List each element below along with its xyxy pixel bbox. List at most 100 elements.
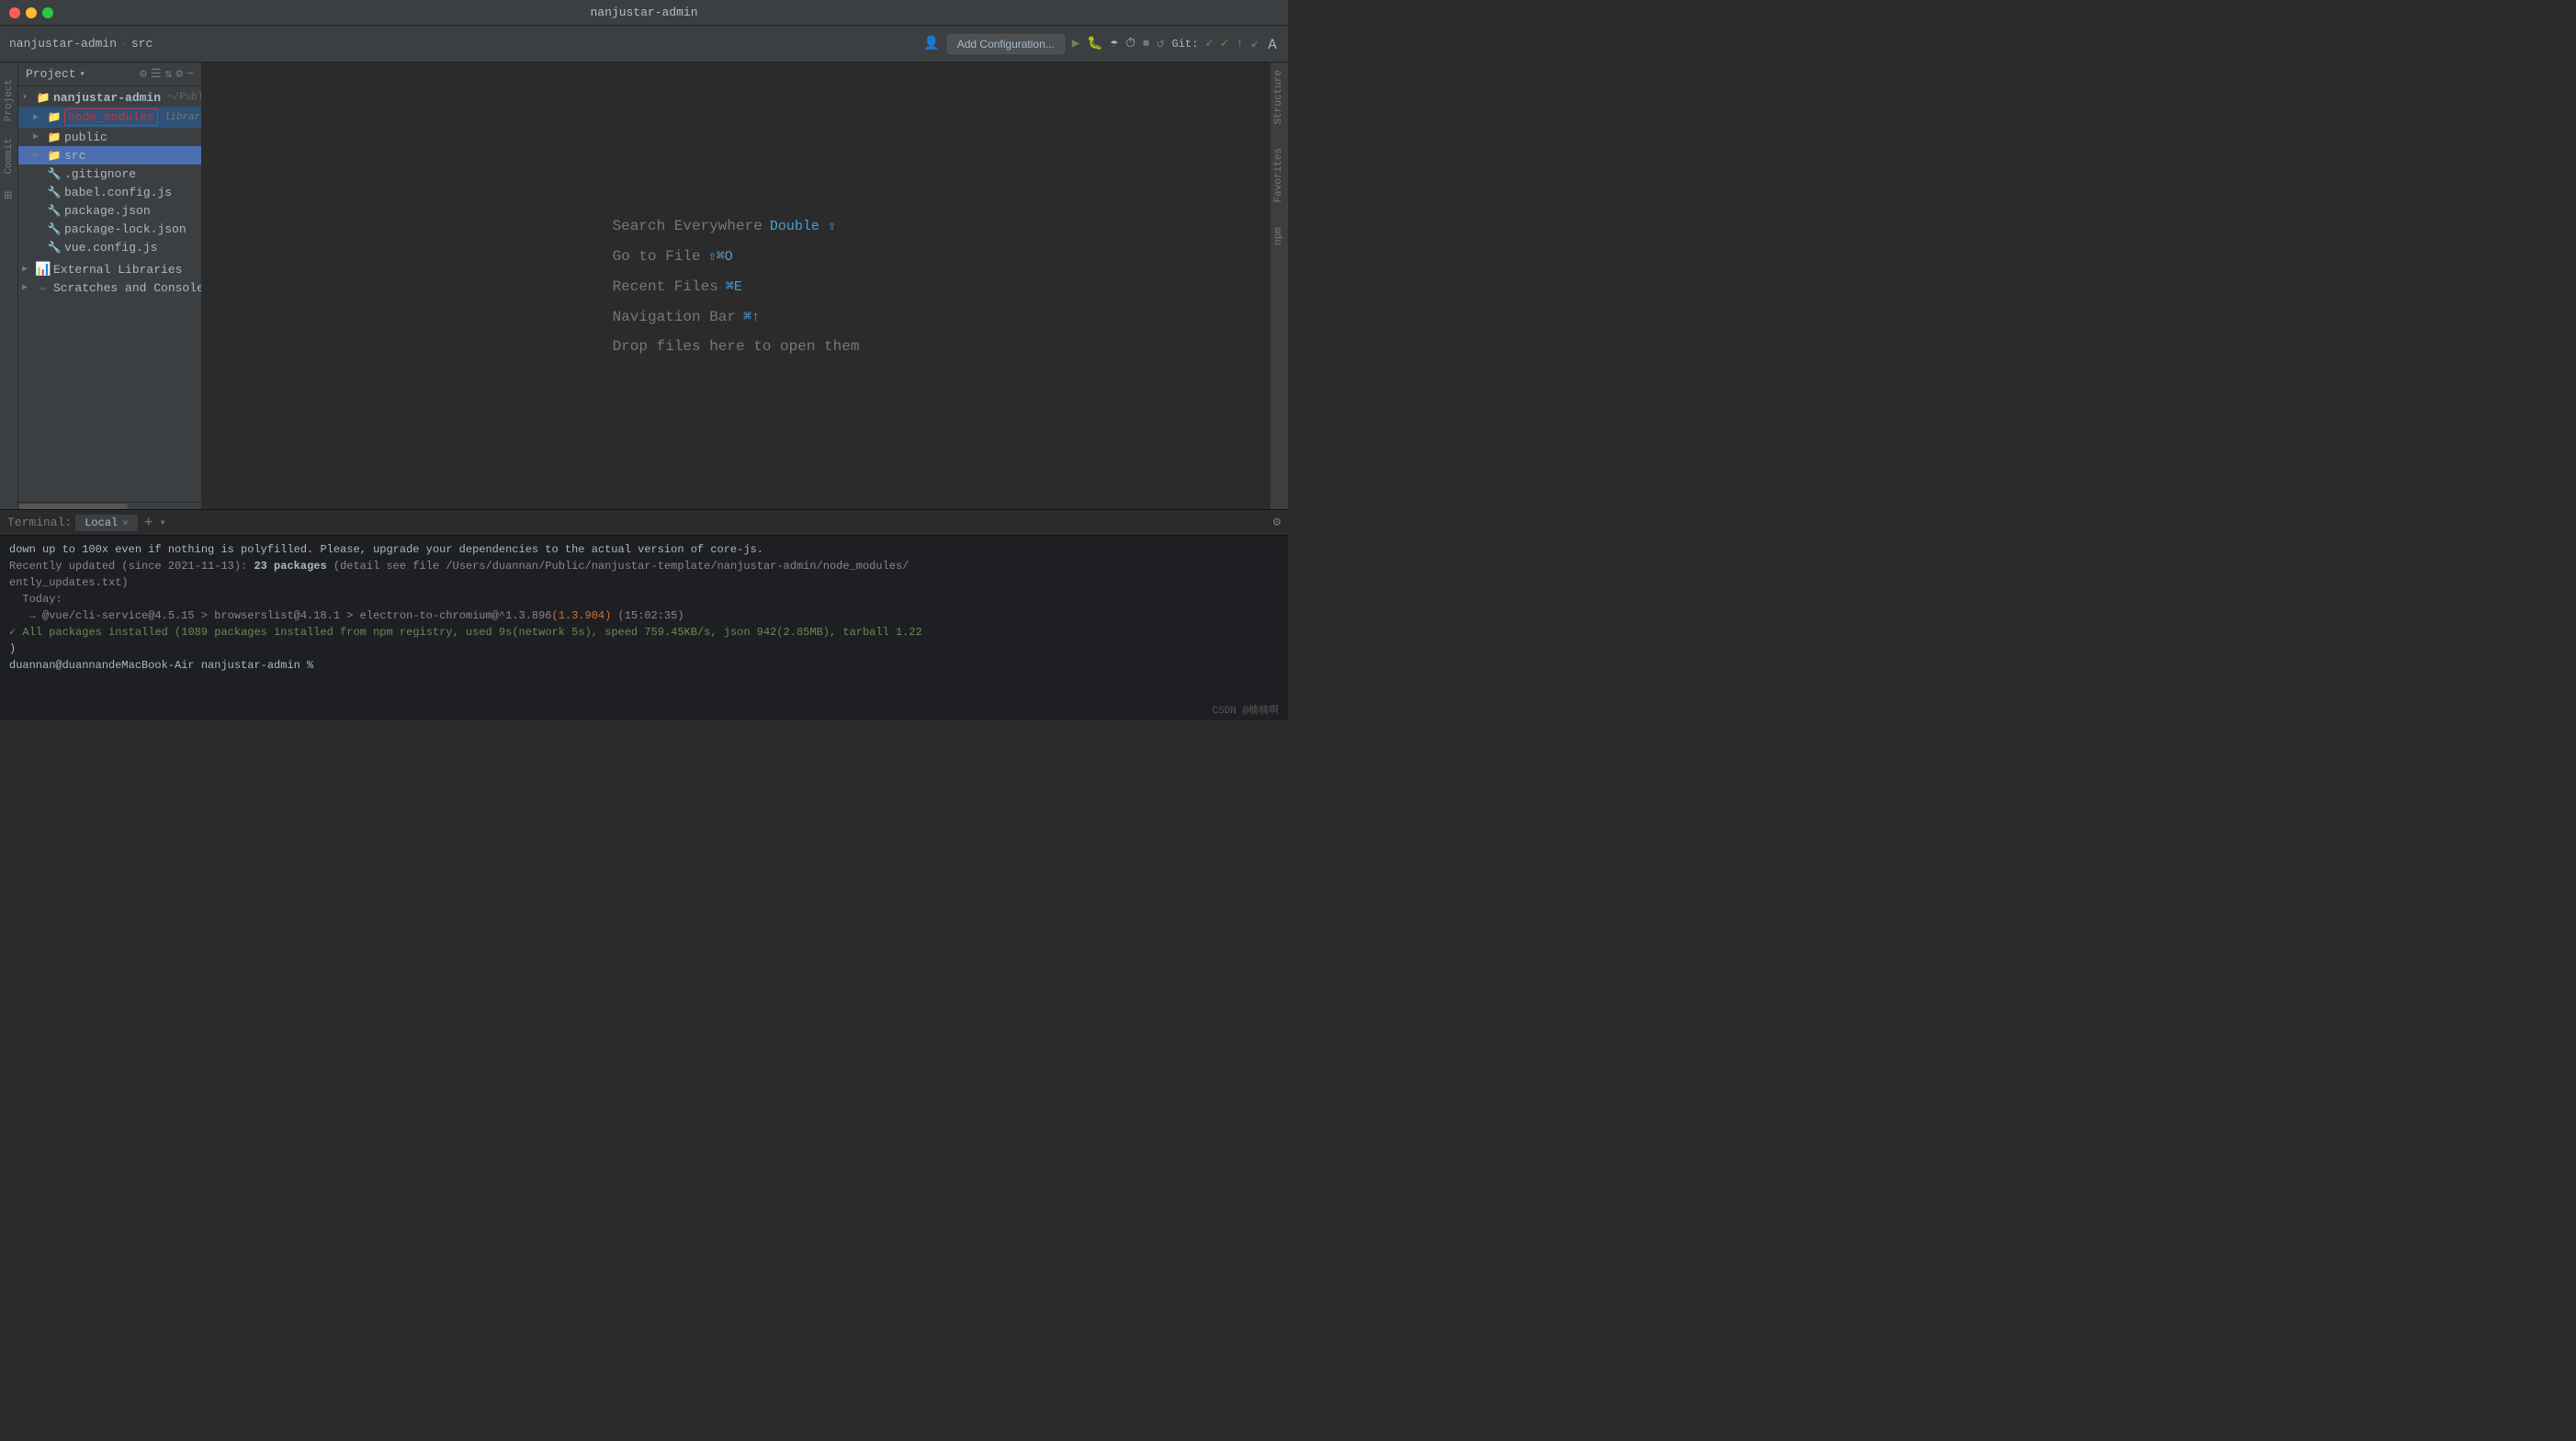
terminal-tabs: Terminal: Local ✕ + ▾ ⚙ (0, 510, 1288, 536)
toolbar: nanjustar-admin › src 👤 Add Configuratio… (0, 26, 1288, 62)
hint-navbar: Navigation Bar ⌘↑ (613, 308, 760, 325)
src-label: src (64, 149, 85, 163)
window-title: nanjustar-admin (590, 6, 697, 19)
nav-bar-shortcut: ⌘↑ (743, 308, 760, 325)
tree-item-vue[interactable]: ▶ 🔧 vue.config.js (18, 238, 201, 256)
run-icon[interactable]: ▶ (1072, 36, 1079, 51)
tree-item-root[interactable]: ▾ 📁 nanjustar-admin ~/Public/nanjustar-t… (18, 88, 201, 107)
project-tab[interactable]: Project (1, 72, 17, 129)
gitignore-file-icon: 🔧 (47, 166, 62, 181)
tree-item-public[interactable]: ▶ 📁 public (18, 128, 201, 146)
minimize-button[interactable] (26, 7, 37, 18)
coverage-icon[interactable]: ☂ (1111, 36, 1118, 51)
vue-file-icon: 🔧 (47, 240, 62, 255)
commit-tab[interactable]: Commit (1, 130, 17, 182)
terminal-line-6: ✓ All packages installed (1089 packages … (9, 624, 1279, 641)
goto-file-shortcut: ⇧⌘O (708, 247, 733, 265)
tree-item-scratches[interactable]: ▶ ✏ Scratches and Consoles (18, 278, 201, 297)
add-config-button[interactable]: Add Configuration... (947, 34, 1065, 54)
sidebar-collapse-icon[interactable]: − (186, 67, 194, 81)
git-label: Git: (1171, 38, 1198, 51)
npm-tab[interactable]: npm (1271, 220, 1287, 253)
stop-icon[interactable]: ⏹ (1143, 37, 1149, 51)
scratches-arrow-icon: ▶ (22, 282, 33, 293)
node-modules-arrow-icon: ▶ (33, 112, 44, 123)
content-area: Project Commit ⊞ Project ▾ ⚙ ☰ ⇅ ⚙ − ▾ (0, 62, 1288, 509)
watermark: CSDN @楠楠啊 (1212, 702, 1279, 717)
root-folder-icon: 📁 (36, 90, 51, 105)
recent-files-label: Recent Files (613, 278, 718, 295)
tree-item-packagelock[interactable]: ▶ 🔧 package-lock.json (18, 220, 201, 238)
nav-bar-label: Navigation Bar (613, 309, 736, 325)
sidebar-settings-icon[interactable]: ⚙ (140, 67, 147, 81)
search-everywhere-label: Search Everywhere (613, 218, 763, 234)
git-pull-icon[interactable]: ↙ (1251, 36, 1259, 51)
root-arrow-icon: ▾ (22, 92, 33, 103)
terminal-tab-local[interactable]: Local ✕ (75, 515, 138, 531)
terminal-settings-icon[interactable]: ⚙ (1273, 515, 1281, 530)
sidebar-scrollbar[interactable] (18, 502, 201, 509)
tree-item-package[interactable]: ▶ 🔧 package.json (18, 201, 201, 220)
node-modules-folder-icon: 📁 (47, 110, 62, 125)
right-sidebar: Structure Favorites npm (1270, 62, 1288, 509)
editor-area: Search Everywhere Double ⇧ Go to File ⇧⌘… (202, 62, 1270, 509)
git-push-icon[interactable]: ↑ (1236, 37, 1243, 51)
sidebar-more-icon[interactable]: ⚙ (175, 67, 183, 81)
package-file-icon: 🔧 (47, 203, 62, 218)
terminal-line-7: ) (9, 641, 1279, 657)
translate-icon[interactable]: Ａ (1266, 35, 1279, 53)
terminal-chevron-icon[interactable]: ▾ (159, 516, 165, 529)
toolbar-user-icon[interactable]: 👤 (923, 36, 939, 51)
terminal-line-8: duannan@duannandeMacBook-Air nanjustar-a… (9, 657, 1279, 674)
hint-goto: Go to File ⇧⌘O (613, 247, 733, 265)
terminal-line-5: → @vue/cli-service@4.5.15 > browserslist… (9, 607, 1279, 624)
close-button[interactable] (9, 7, 20, 18)
profile-icon[interactable]: ⏱ (1125, 37, 1135, 51)
packagelock-label: package-lock.json (64, 222, 186, 236)
sidebar: Project ▾ ⚙ ☰ ⇅ ⚙ − ▾ 📁 nanjustar-admin … (18, 62, 202, 509)
tree-item-node-modules[interactable]: ▶ 📁 node_modules library root (18, 107, 201, 128)
git-check1: ✓ (1205, 36, 1213, 51)
terminal-tab-close-icon[interactable]: ✕ (122, 516, 129, 529)
hint-drop: Drop files here to open them (613, 338, 860, 355)
maximize-button[interactable] (42, 7, 53, 18)
terminal-line-1: down up to 100x even if nothing is polyf… (9, 541, 1279, 558)
rerun-icon[interactable]: ↺ (1157, 36, 1164, 51)
terminal-line-4: Today: (9, 591, 1279, 607)
window-controls[interactable] (9, 7, 53, 18)
tree-item-external[interactable]: ▶ 📊 External Libraries (18, 260, 201, 278)
babel-label: babel.config.js (64, 186, 172, 199)
terminal-add-button[interactable]: + (141, 515, 156, 531)
sidebar-layout-icon[interactable]: ☰ (151, 67, 162, 81)
terminal-content: down up to 100x even if nothing is polyf… (0, 536, 1288, 720)
sidebar-filter-icon[interactable]: ⇅ (165, 67, 173, 81)
scratches-label: Scratches and Consoles (53, 281, 201, 295)
tree-item-babel[interactable]: ▶ 🔧 babel.config.js (18, 183, 201, 201)
structure-tab[interactable]: Structure (1271, 62, 1287, 131)
git-tab[interactable]: ⊞ (0, 184, 19, 206)
scratches-icon: ✏ (36, 280, 51, 295)
src-arrow-icon: ▶ (33, 150, 44, 161)
tree-item-gitignore[interactable]: ▶ 🔧 .gitignore (18, 165, 201, 183)
sidebar-chevron-icon[interactable]: ▾ (80, 69, 85, 80)
babel-file-icon: 🔧 (47, 185, 62, 199)
breadcrumb: nanjustar-admin › src (9, 37, 153, 51)
library-root-badge: library root (164, 112, 201, 123)
external-arrow-icon: ▶ (22, 264, 33, 275)
main-layout: nanjustar-admin › src 👤 Add Configuratio… (0, 26, 1288, 720)
favorites-tab[interactable]: Favorites (1271, 141, 1287, 210)
breadcrumb-root[interactable]: nanjustar-admin (9, 37, 117, 51)
breadcrumb-src[interactable]: src (131, 37, 153, 51)
tree-item-src[interactable]: ▶ 📁 src (18, 146, 201, 165)
vue-label: vue.config.js (64, 241, 157, 255)
recent-files-shortcut: ⌘E (726, 278, 742, 295)
gitignore-label: .gitignore (64, 167, 136, 181)
root-label: nanjustar-admin (53, 91, 161, 105)
sidebar-scrollbar-thumb[interactable] (18, 504, 128, 509)
sidebar-project-label: Project (26, 67, 76, 81)
root-path: ~/Public/nanjustar-template/nanj (167, 92, 201, 103)
packagelock-file-icon: 🔧 (47, 221, 62, 236)
debug-icon[interactable]: 🐛 (1087, 36, 1102, 51)
terminal-line-3: ently_updates.txt) (9, 574, 1279, 591)
hint-recent: Recent Files ⌘E (613, 278, 742, 295)
